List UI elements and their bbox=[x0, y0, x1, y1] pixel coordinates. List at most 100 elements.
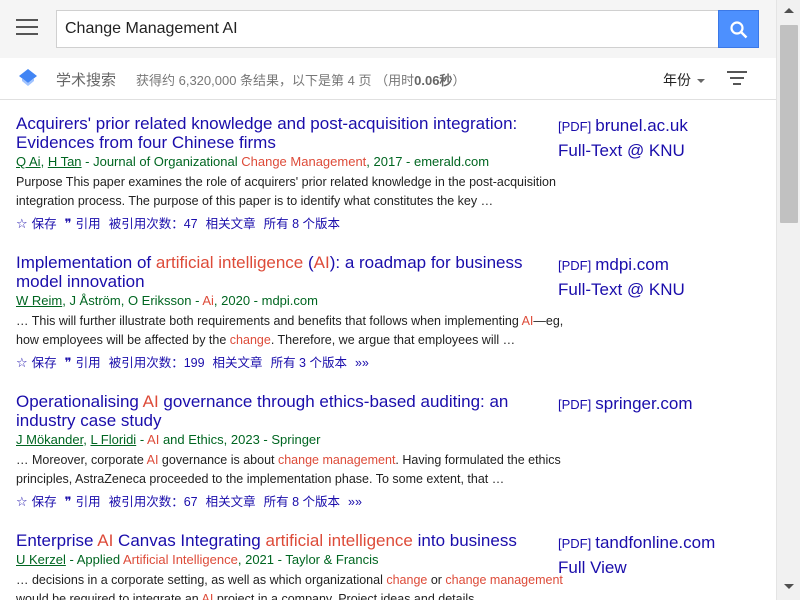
save-button[interactable]: ☆ 保存 bbox=[16, 355, 57, 370]
snippet-segment: AI bbox=[521, 314, 534, 328]
result-snippet: … decisions in a corporate setting, as w… bbox=[16, 571, 586, 600]
cited-by-link-label: 被引用次数：199 bbox=[108, 356, 205, 370]
snippet-segment: project in a company. Project ideas and … bbox=[213, 592, 491, 600]
result-side-links: [PDF] mdpi.com Full-Text @ KNU bbox=[558, 253, 758, 302]
result-snippet: Purpose This paper examines the role of … bbox=[16, 173, 586, 211]
source-segment: - bbox=[136, 432, 148, 447]
pdf-source: mdpi.com bbox=[595, 255, 669, 274]
title-segment: into business bbox=[412, 531, 517, 550]
author-link[interactable]: Q Ai bbox=[16, 154, 41, 169]
author-link[interactable]: H Tan bbox=[48, 154, 82, 169]
full-text-link[interactable]: Full-Text @ KNU bbox=[558, 278, 758, 302]
related-articles-link-label: 相关文章 bbox=[212, 356, 263, 370]
result-snippet: … Moreover, corporate AI governance is a… bbox=[16, 451, 586, 489]
star-icon: ☆ bbox=[16, 355, 28, 370]
author-link[interactable]: J Mökander bbox=[16, 432, 83, 447]
source-segment: and Ethics, 2023 - Springer bbox=[159, 432, 321, 447]
source-segment: , J Åström, O Eriksson - bbox=[62, 293, 203, 308]
filter-icon[interactable] bbox=[727, 71, 747, 85]
search-button[interactable] bbox=[718, 10, 759, 48]
result-title-link[interactable]: Enterprise AI Canvas Integrating artific… bbox=[16, 531, 546, 550]
author-link[interactable]: U Kerzel bbox=[16, 552, 66, 567]
cite-button[interactable]: ❞ 引用 bbox=[65, 494, 101, 509]
snippet-segment: AI bbox=[146, 453, 159, 467]
related-articles-link-label: 相关文章 bbox=[205, 217, 256, 231]
full-text-link[interactable]: Full-Text @ KNU bbox=[558, 139, 758, 163]
menu-icon[interactable] bbox=[16, 19, 38, 37]
save-button[interactable]: ☆ 保存 bbox=[16, 216, 57, 231]
result-side-links: [PDF] tandfonline.com Full View bbox=[558, 531, 758, 580]
all-versions-link-label: 所有 8 个版本 bbox=[263, 217, 341, 231]
source-segment: - Applied bbox=[65, 552, 123, 567]
scroll-thumb[interactable] bbox=[780, 25, 798, 223]
cite-button-label: 引用 bbox=[75, 495, 101, 509]
pdf-link[interactable]: [PDF] mdpi.com bbox=[558, 253, 758, 278]
result-authors: J Mökander, L Floridi - AI and Ethics, 2… bbox=[16, 431, 756, 448]
result-title-link[interactable]: Implementation of artificial intelligenc… bbox=[16, 253, 546, 291]
result-title-link[interactable]: Acquirers' prior related knowledge and p… bbox=[16, 114, 546, 152]
pdf-link[interactable]: [PDF] brunel.ac.uk bbox=[558, 114, 758, 139]
more-options-icon-label: »» bbox=[348, 495, 362, 509]
scroll-down-arrow-icon[interactable] bbox=[784, 584, 794, 589]
scroll-up-arrow-icon[interactable] bbox=[784, 8, 794, 13]
source-segment: , 2020 - mdpi.com bbox=[213, 293, 318, 308]
cited-by-link-label: 被引用次数：67 bbox=[108, 495, 198, 509]
source-segment: - Journal of Organizational bbox=[81, 154, 242, 169]
result-snippet: … This will further illustrate both requ… bbox=[16, 312, 586, 350]
related-articles-link[interactable]: 相关文章 bbox=[206, 217, 256, 231]
title-segment: artificial intelligence bbox=[265, 531, 413, 550]
full-text-link[interactable]: Full View bbox=[558, 556, 758, 580]
pdf-link[interactable]: [PDF] springer.com bbox=[558, 392, 758, 417]
source-segment: Change Management bbox=[241, 154, 367, 169]
all-versions-link[interactable]: 所有 8 个版本 bbox=[264, 217, 340, 231]
pdf-tag: [PDF] bbox=[558, 397, 592, 412]
author-link[interactable]: L Floridi bbox=[90, 432, 136, 447]
scholar-logo-icon bbox=[19, 69, 37, 86]
source-segment: Ai bbox=[202, 293, 214, 308]
caret-down-icon bbox=[697, 79, 705, 84]
pdf-link[interactable]: [PDF] tandfonline.com bbox=[558, 531, 758, 556]
title-segment: artificial intelligence bbox=[155, 253, 304, 272]
all-versions-link[interactable]: 所有 3 个版本 bbox=[271, 356, 347, 370]
title-segment: ( bbox=[303, 253, 314, 272]
result-item: Operationalising AI governance through e… bbox=[16, 392, 756, 510]
snippet-segment: governance is about bbox=[158, 453, 278, 467]
title-segment: Implementation of bbox=[16, 253, 156, 272]
year-filter-dropdown[interactable]: 年份 bbox=[663, 70, 705, 90]
pdf-source: springer.com bbox=[595, 394, 693, 413]
all-versions-link-label: 所有 3 个版本 bbox=[270, 356, 347, 370]
related-articles-link[interactable]: 相关文章 bbox=[206, 495, 256, 509]
author-link[interactable]: W Reim bbox=[16, 293, 62, 308]
save-button[interactable]: ☆ 保存 bbox=[16, 494, 57, 509]
more-options-icon[interactable]: »» bbox=[348, 495, 362, 509]
results-list: Acquirers' prior related knowledge and p… bbox=[0, 100, 776, 600]
cited-by-link[interactable]: 被引用次数：199 bbox=[109, 356, 205, 370]
result-side-links: [PDF] brunel.ac.uk Full-Text @ KNU bbox=[558, 114, 758, 163]
search-icon bbox=[730, 21, 748, 39]
snippet-segment: change bbox=[229, 333, 271, 347]
top-bar bbox=[0, 0, 776, 58]
result-title-link[interactable]: Operationalising AI governance through e… bbox=[16, 392, 546, 430]
title-segment: AI bbox=[313, 253, 330, 272]
snippet-segment: Purpose This paper examines the role of … bbox=[16, 175, 556, 208]
quote-icon: ❞ bbox=[64, 216, 72, 231]
title-segment: AI bbox=[97, 531, 114, 550]
related-articles-link[interactable]: 相关文章 bbox=[213, 356, 263, 370]
cite-button[interactable]: ❞ 引用 bbox=[64, 216, 101, 231]
snippet-segment: change management bbox=[445, 573, 563, 587]
more-options-icon[interactable]: »» bbox=[355, 356, 369, 370]
all-versions-link-label: 所有 8 个版本 bbox=[263, 495, 341, 509]
result-actions: ☆ 保存 ❞ 引用 被引用次数：67 相关文章 所有 8 个版本 »» bbox=[16, 491, 756, 510]
snippet-segment: … decisions in a corporate setting, as w… bbox=[16, 573, 387, 587]
snippet-segment: or bbox=[427, 573, 446, 587]
pdf-tag: [PDF] bbox=[558, 119, 592, 134]
search-input[interactable] bbox=[56, 10, 719, 48]
cited-by-link[interactable]: 被引用次数：47 bbox=[109, 217, 198, 231]
brand-label: 学术搜索 bbox=[56, 72, 117, 89]
title-segment: Acquirers' prior related knowledge and p… bbox=[16, 114, 518, 152]
all-versions-link[interactable]: 所有 8 个版本 bbox=[264, 495, 340, 509]
scrollbar[interactable] bbox=[776, 0, 800, 600]
save-button-label: 保存 bbox=[31, 356, 57, 370]
cited-by-link[interactable]: 被引用次数：67 bbox=[109, 495, 198, 509]
cite-button[interactable]: ❞ 引用 bbox=[65, 355, 101, 370]
